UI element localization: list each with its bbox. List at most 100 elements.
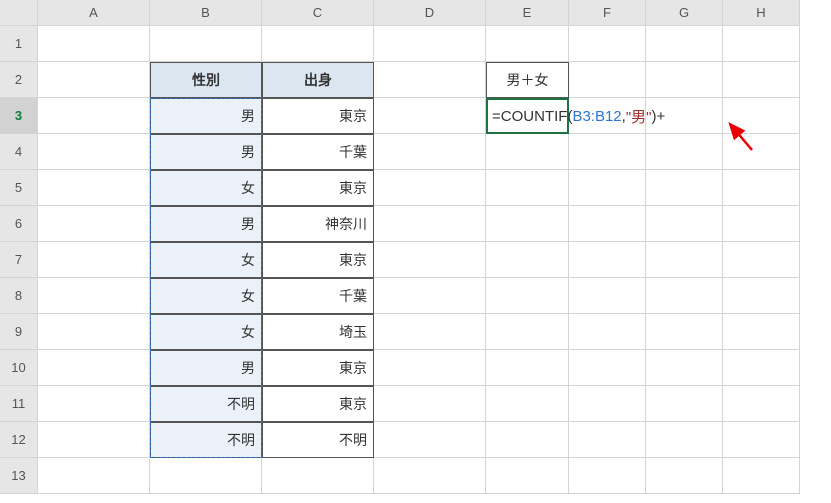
col-header-A[interactable]: A bbox=[38, 0, 150, 26]
row-header-7[interactable]: 7 bbox=[0, 242, 38, 278]
cell-A5[interactable] bbox=[38, 170, 150, 206]
cell-G11[interactable] bbox=[646, 386, 723, 422]
cell-B1[interactable] bbox=[150, 26, 262, 62]
cell-B10[interactable]: 男 bbox=[150, 350, 262, 386]
cell-E4[interactable] bbox=[486, 134, 569, 170]
cell-C10[interactable]: 東京 bbox=[262, 350, 374, 386]
row-header-6[interactable]: 6 bbox=[0, 206, 38, 242]
cell-A2[interactable] bbox=[38, 62, 150, 98]
cell-A4[interactable] bbox=[38, 134, 150, 170]
cell-F12[interactable] bbox=[569, 422, 646, 458]
col-header-E[interactable]: E bbox=[486, 0, 569, 26]
cell-H3[interactable] bbox=[723, 98, 800, 134]
cell-C12[interactable]: 不明 bbox=[262, 422, 374, 458]
cell-A11[interactable] bbox=[38, 386, 150, 422]
cell-B4[interactable]: 男 bbox=[150, 134, 262, 170]
cell-F7[interactable] bbox=[569, 242, 646, 278]
cell-D5[interactable] bbox=[374, 170, 486, 206]
cell-C1[interactable] bbox=[262, 26, 374, 62]
cell-A1[interactable] bbox=[38, 26, 150, 62]
cell-A10[interactable] bbox=[38, 350, 150, 386]
cell-E9[interactable] bbox=[486, 314, 569, 350]
col-header-G[interactable]: G bbox=[646, 0, 723, 26]
cell-B13[interactable] bbox=[150, 458, 262, 494]
row-header-8[interactable]: 8 bbox=[0, 278, 38, 314]
cell-G8[interactable] bbox=[646, 278, 723, 314]
cell-H6[interactable] bbox=[723, 206, 800, 242]
cell-D2[interactable] bbox=[374, 62, 486, 98]
cell-B7[interactable]: 女 bbox=[150, 242, 262, 278]
cell-F10[interactable] bbox=[569, 350, 646, 386]
cell-G13[interactable] bbox=[646, 458, 723, 494]
cell-G9[interactable] bbox=[646, 314, 723, 350]
cell-H10[interactable] bbox=[723, 350, 800, 386]
header-origin[interactable]: 出身 bbox=[262, 62, 374, 98]
cell-F4[interactable] bbox=[569, 134, 646, 170]
cell-E5[interactable] bbox=[486, 170, 569, 206]
cell-E13[interactable] bbox=[486, 458, 569, 494]
cell-E1[interactable] bbox=[486, 26, 569, 62]
row-header-13[interactable]: 13 bbox=[0, 458, 38, 494]
cell-F11[interactable] bbox=[569, 386, 646, 422]
cell-E11[interactable] bbox=[486, 386, 569, 422]
cell-G4[interactable] bbox=[646, 134, 723, 170]
cell-G1[interactable] bbox=[646, 26, 723, 62]
cell-H12[interactable] bbox=[723, 422, 800, 458]
cell-G6[interactable] bbox=[646, 206, 723, 242]
row-header-2[interactable]: 2 bbox=[0, 62, 38, 98]
cell-B8[interactable]: 女 bbox=[150, 278, 262, 314]
col-header-D[interactable]: D bbox=[374, 0, 486, 26]
select-all-corner[interactable] bbox=[0, 0, 38, 26]
cell-F2[interactable] bbox=[569, 62, 646, 98]
cell-H13[interactable] bbox=[723, 458, 800, 494]
cell-F13[interactable] bbox=[569, 458, 646, 494]
cell-H5[interactable] bbox=[723, 170, 800, 206]
cell-G7[interactable] bbox=[646, 242, 723, 278]
cell-A3[interactable] bbox=[38, 98, 150, 134]
cell-C3[interactable]: 東京 bbox=[262, 98, 374, 134]
cell-E10[interactable] bbox=[486, 350, 569, 386]
cell-A8[interactable] bbox=[38, 278, 150, 314]
header-gender[interactable]: 性別 bbox=[150, 62, 262, 98]
cell-B6[interactable]: 男 bbox=[150, 206, 262, 242]
cell-H8[interactable] bbox=[723, 278, 800, 314]
cell-G2[interactable] bbox=[646, 62, 723, 98]
cell-F5[interactable] bbox=[569, 170, 646, 206]
cell-D4[interactable] bbox=[374, 134, 486, 170]
cell-G5[interactable] bbox=[646, 170, 723, 206]
spreadsheet-grid[interactable]: A B C D E F G H 1 2 性別 出身 男＋女 3 男 東京 =CO… bbox=[0, 0, 831, 494]
cell-D11[interactable] bbox=[374, 386, 486, 422]
cell-C11[interactable]: 東京 bbox=[262, 386, 374, 422]
row-header-11[interactable]: 11 bbox=[0, 386, 38, 422]
cell-E3-formula[interactable]: =COUNTIF(B3:B12,"男")+ bbox=[486, 98, 569, 134]
cell-E2-label[interactable]: 男＋女 bbox=[486, 62, 569, 98]
cell-E8[interactable] bbox=[486, 278, 569, 314]
row-header-5[interactable]: 5 bbox=[0, 170, 38, 206]
cell-D7[interactable] bbox=[374, 242, 486, 278]
col-header-H[interactable]: H bbox=[723, 0, 800, 26]
row-header-4[interactable]: 4 bbox=[0, 134, 38, 170]
cell-F1[interactable] bbox=[569, 26, 646, 62]
cell-C7[interactable]: 東京 bbox=[262, 242, 374, 278]
cell-A12[interactable] bbox=[38, 422, 150, 458]
cell-B3[interactable]: 男 bbox=[150, 98, 262, 134]
cell-A13[interactable] bbox=[38, 458, 150, 494]
cell-E12[interactable] bbox=[486, 422, 569, 458]
col-header-B[interactable]: B bbox=[150, 0, 262, 26]
cell-C4[interactable]: 千葉 bbox=[262, 134, 374, 170]
row-header-1[interactable]: 1 bbox=[0, 26, 38, 62]
cell-A6[interactable] bbox=[38, 206, 150, 242]
cell-B9[interactable]: 女 bbox=[150, 314, 262, 350]
cell-B12[interactable]: 不明 bbox=[150, 422, 262, 458]
col-header-F[interactable]: F bbox=[569, 0, 646, 26]
cell-H4[interactable] bbox=[723, 134, 800, 170]
cell-H7[interactable] bbox=[723, 242, 800, 278]
row-header-10[interactable]: 10 bbox=[0, 350, 38, 386]
cell-A7[interactable] bbox=[38, 242, 150, 278]
row-header-9[interactable]: 9 bbox=[0, 314, 38, 350]
cell-H1[interactable] bbox=[723, 26, 800, 62]
cell-D10[interactable] bbox=[374, 350, 486, 386]
col-header-C[interactable]: C bbox=[262, 0, 374, 26]
cell-A9[interactable] bbox=[38, 314, 150, 350]
row-header-12[interactable]: 12 bbox=[0, 422, 38, 458]
